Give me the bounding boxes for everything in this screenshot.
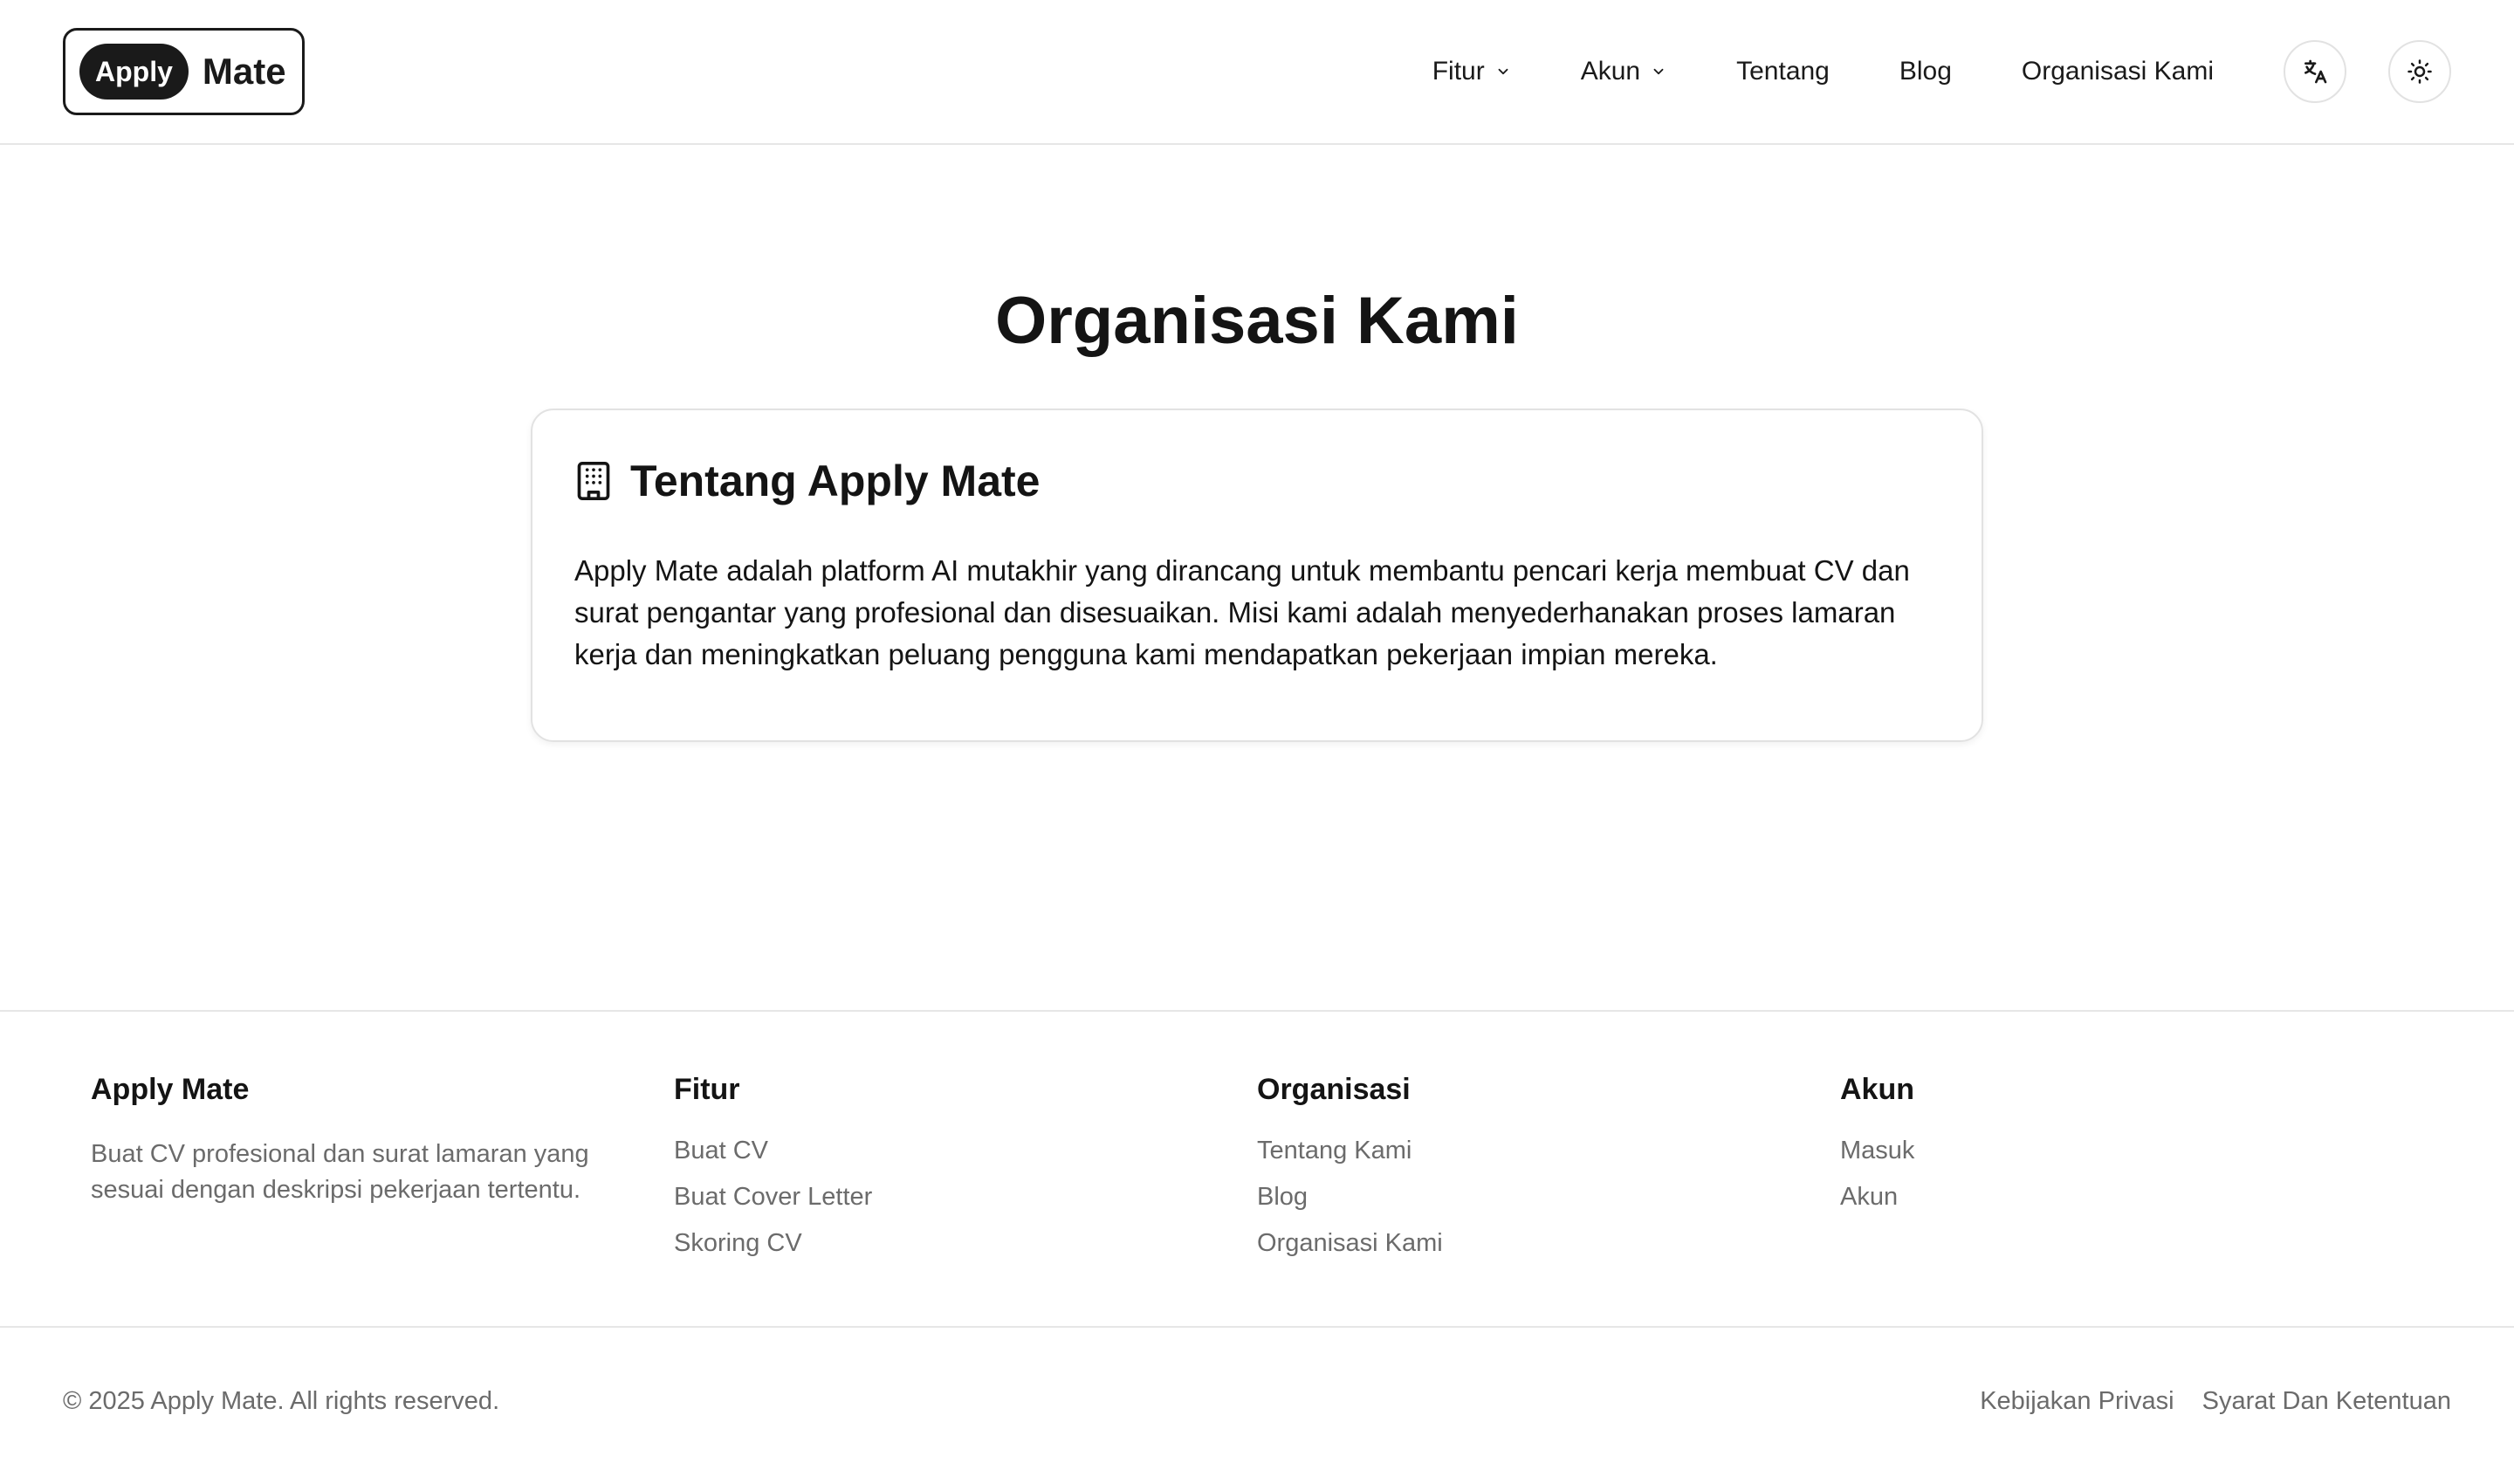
main-nav: Fitur Akun Tentang Blog Organisasi Kami [1432,40,2451,103]
card-title: Tentang Apply Mate [630,457,1041,505]
nav-tentang[interactable]: Tentang [1736,57,1830,86]
footer-brand-title: Apply Mate [91,1073,250,1106]
footer-link-buat-cover-letter[interactable]: Buat Cover Letter [674,1183,1257,1212]
site-footer: Apply Mate Buat CV profesional dan surat… [0,1010,2514,1474]
nav-fitur-dropdown[interactable]: Fitur [1432,57,1511,86]
main-content: Organisasi Kami Tentang Apply Mate Apply… [0,278,2514,742]
nav-blog[interactable]: Blog [1899,57,1952,86]
footer-akun-title: Akun [1840,1073,1914,1106]
sun-icon [2408,59,2432,84]
card-body-text: Apply Mate adalah platform AI mutakhir y… [574,554,1910,670]
nav-akun-dropdown[interactable]: Akun [1581,57,1666,86]
site-header: Apply Mate Fitur Akun Tentang Blog Organ… [0,0,2514,145]
footer-link-tentang-kami[interactable]: Tentang Kami [1257,1137,1840,1165]
footer-link-akun[interactable]: Akun [1840,1183,2423,1212]
card-header: Tentang Apply Mate [574,456,1940,506]
copyright-text: © 2025 Apply Mate. All rights reserved. [63,1386,500,1415]
page: Apply Mate Fitur Akun Tentang Blog Organ… [0,0,2514,1484]
footer-bottom-bar: © 2025 Apply Mate. All rights reserved. … [0,1328,2514,1474]
logo[interactable]: Apply Mate [63,28,305,115]
logo-word: Mate [202,51,286,92]
nav-organisasi-kami[interactable]: Organisasi Kami [2022,57,2214,86]
footer-link-organisasi-kami[interactable]: Organisasi Kami [1257,1229,1840,1258]
chevron-down-icon [1653,68,1664,75]
privacy-policy-link[interactable]: Kebijakan Privasi [1980,1387,2174,1416]
legal-links: Kebijakan Privasi Syarat Dan Ketentuan [1980,1387,2451,1416]
building-icon [577,462,610,500]
footer-organisasi-title: Organisasi [1257,1073,1411,1106]
header-actions [2284,40,2451,103]
page-title: Organisasi Kami [995,284,1519,358]
theme-toggle-button[interactable] [2388,40,2451,103]
footer-link-blog[interactable]: Blog [1257,1183,1840,1212]
footer-akun-column: Akun Masuk Akun [1840,1073,2423,1326]
language-button[interactable] [2284,40,2346,103]
translate-icon [2304,59,2327,84]
chevron-down-icon [1498,68,1508,75]
logo-pill: Apply [79,44,189,100]
nav-fitur-label: Fitur [1432,57,1485,86]
footer-link-skoring-cv[interactable]: Skoring CV [674,1229,1257,1258]
footer-fitur-title: Fitur [674,1073,740,1106]
footer-brand-column: Apply Mate Buat CV profesional dan surat… [91,1073,674,1326]
about-card: Tentang Apply Mate Apply Mate adalah pla… [531,409,1983,742]
footer-brand-description: Buat CV profesional dan surat lamaran ya… [91,1140,589,1204]
terms-link[interactable]: Syarat Dan Ketentuan [2202,1387,2451,1416]
footer-link-buat-cv[interactable]: Buat CV [674,1137,1257,1165]
nav-akun-label: Akun [1580,57,1641,86]
footer-fitur-column: Fitur Buat CV Buat Cover Letter Skoring … [674,1073,1257,1326]
footer-link-masuk[interactable]: Masuk [1840,1137,2423,1165]
footer-columns: Apply Mate Buat CV profesional dan surat… [0,1012,2514,1328]
footer-organisasi-column: Organisasi Tentang Kami Blog Organisasi … [1257,1073,1840,1326]
